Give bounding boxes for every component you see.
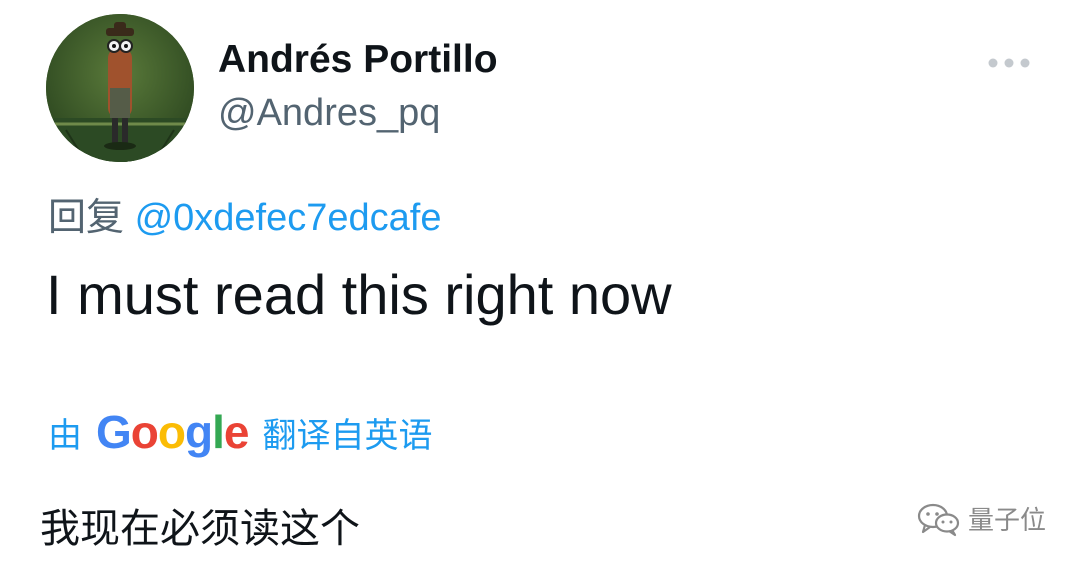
reply-context: 回复 @0xdefec7edcafe bbox=[48, 186, 441, 241]
watermark-text: 量子位 bbox=[968, 505, 1047, 535]
cartoon-character-avatar-icon bbox=[46, 14, 194, 162]
avatar[interactable] bbox=[46, 14, 194, 162]
google-logo-letter: o bbox=[130, 406, 159, 458]
author-handle[interactable]: @Andres_pq bbox=[218, 92, 440, 135]
wechat-icon bbox=[917, 503, 960, 536]
translation-suffix: 翻译自英语 bbox=[262, 416, 433, 455]
author-display-name[interactable]: Andrés Portillo bbox=[218, 38, 498, 82]
google-logo-letter: o bbox=[157, 406, 186, 458]
google-logo-letter: g bbox=[185, 406, 213, 458]
reply-prefix: 回复 bbox=[48, 197, 125, 239]
google-logo-letter: l bbox=[212, 406, 225, 458]
google-logo-letter: G bbox=[96, 406, 132, 458]
tweet-text: I must read this right now bbox=[46, 263, 672, 326]
ellipsis-icon[interactable] bbox=[986, 54, 1032, 72]
google-logo: Google bbox=[96, 405, 250, 459]
translated-text: 我现在必须读这个 bbox=[40, 507, 360, 551]
google-logo-letter: e bbox=[223, 406, 250, 458]
reply-mention-link[interactable]: @0xdefec7edcafe bbox=[135, 197, 442, 239]
translation-attribution: 由 Google 翻译自英语 bbox=[48, 402, 432, 462]
translation-prefix: 由 bbox=[48, 416, 82, 455]
watermark: 量子位 bbox=[916, 500, 1046, 537]
